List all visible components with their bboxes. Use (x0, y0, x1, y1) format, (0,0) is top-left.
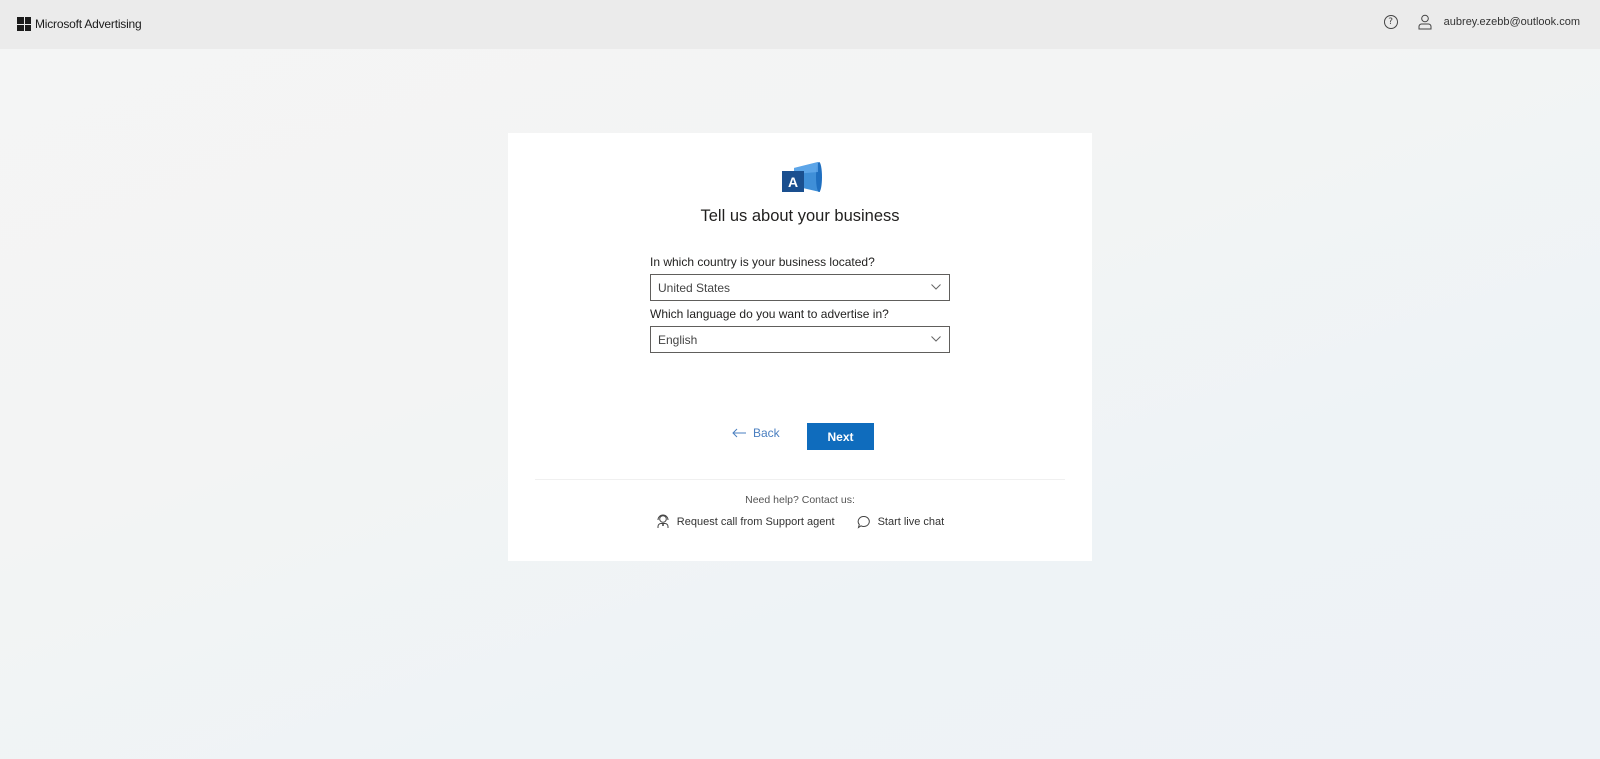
back-label: Back (753, 426, 780, 440)
next-button[interactable]: Next (807, 423, 874, 450)
microsoft-advertising-megaphone-icon: A (782, 162, 822, 192)
chat-bubble-icon (857, 515, 870, 529)
country-select[interactable]: United States (650, 274, 950, 301)
user-email[interactable]: aubrey.ezebb@outlook.com (1444, 16, 1580, 28)
brand-name: Microsoft Advertising (35, 17, 142, 31)
language-select[interactable]: English (650, 326, 950, 353)
live-chat-link[interactable]: Start live chat (857, 515, 945, 529)
country-label: In which country is your business locate… (650, 255, 875, 269)
support-agent-icon (657, 514, 669, 528)
onboarding-card: A Tell us about your business In which c… (508, 133, 1092, 561)
contact-options: Request call from Support agent Start li… (508, 514, 1092, 529)
country-value: United States (658, 280, 731, 295)
logo-letter: A (788, 174, 798, 190)
request-call-label: Request call from Support agent (676, 515, 835, 528)
header-actions: ? aubrey.ezebb@outlook.com (1383, 14, 1580, 30)
live-chat-label: Start live chat (877, 515, 945, 528)
question-circle-icon[interactable]: ? (1383, 15, 1398, 29)
back-button[interactable]: Back (732, 426, 780, 440)
request-call-link[interactable]: Request call from Support agent (656, 514, 835, 529)
language-value: English (658, 332, 698, 347)
divider (535, 479, 1065, 480)
language-label: Which language do you want to advertise … (650, 307, 889, 321)
arrow-left-icon (732, 428, 746, 438)
page-title: Tell us about your business (700, 207, 900, 225)
help-text: Need help? Contact us: (745, 494, 855, 506)
brand[interactable]: Microsoft Advertising (17, 17, 142, 31)
person-icon[interactable] (1418, 14, 1432, 30)
microsoft-logo-icon (17, 17, 31, 31)
chevron-down-icon (931, 336, 941, 342)
chevron-down-icon (931, 284, 941, 290)
top-bar: Microsoft Advertising ? aubrey.ezebb@out… (0, 0, 1600, 49)
